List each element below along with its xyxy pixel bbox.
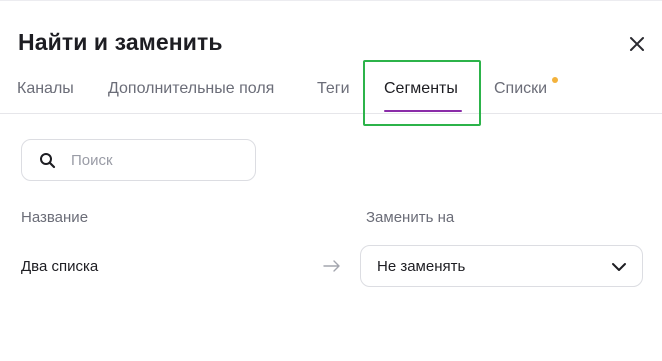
search-icon bbox=[39, 152, 56, 169]
close-icon[interactable] bbox=[628, 35, 646, 53]
search-input[interactable] bbox=[71, 149, 246, 171]
column-header-replace-with: Заменить на bbox=[366, 209, 455, 226]
search-box bbox=[21, 139, 256, 181]
tab-tags[interactable]: Теги bbox=[317, 80, 350, 98]
tab-channels[interactable]: Каналы bbox=[17, 80, 74, 98]
tab-lists[interactable]: Списки bbox=[494, 80, 547, 98]
select-value: Не заменять bbox=[377, 258, 466, 275]
notification-dot bbox=[552, 77, 558, 83]
column-header-name: Название bbox=[21, 209, 89, 226]
find-replace-dialog: Найти и заменить Каналы Дополнительные п… bbox=[0, 0, 662, 361]
tab-bar: Каналы Дополнительные поля Теги Сегменты… bbox=[0, 61, 662, 114]
chevron-down-icon bbox=[611, 260, 627, 272]
highlight-box bbox=[363, 60, 481, 126]
arrow-right-icon bbox=[323, 259, 341, 273]
row-name: Два списка bbox=[21, 258, 99, 275]
tab-additional-fields[interactable]: Дополнительные поля bbox=[108, 80, 274, 98]
dialog-title: Найти и заменить bbox=[18, 29, 223, 55]
replace-with-select[interactable]: Не заменять bbox=[360, 245, 643, 287]
